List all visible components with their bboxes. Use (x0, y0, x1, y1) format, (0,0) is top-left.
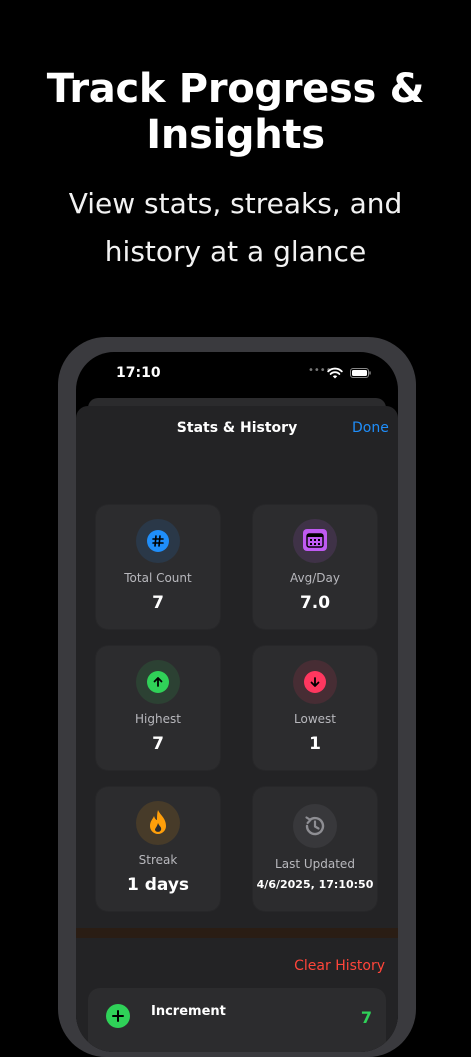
status-time: 17:10 (116, 365, 161, 381)
stat-card-streak: Streak 1 days (96, 787, 220, 911)
stat-card-highest: Highest 7 (96, 646, 220, 770)
stat-card-avg-day: Avg/Day 7.0 (253, 505, 377, 629)
history-row-label: Increment (151, 1004, 226, 1019)
stat-value: 4/6/2025, 17:10:50 (256, 878, 374, 891)
promo-headline: Track Progress & Insights (0, 66, 471, 158)
stat-label: Avg/Day (290, 571, 340, 585)
wifi-icon (327, 367, 343, 379)
stat-value: 7 (152, 593, 164, 613)
history-icon (301, 812, 329, 840)
stat-label: Last Updated (275, 857, 355, 871)
stat-label: Lowest (294, 712, 336, 726)
stat-label: Streak (138, 853, 178, 867)
stat-card-last-updated: Last Updated 4/6/2025, 17:10:50 (253, 787, 377, 911)
stat-label: Total Count (124, 571, 192, 585)
hash-icon (147, 530, 169, 552)
stat-value: 7.0 (299, 593, 331, 613)
battery-icon (350, 368, 371, 378)
clear-history-button[interactable]: Clear History (294, 958, 385, 974)
stat-card-lowest: Lowest 1 (253, 646, 377, 770)
stat-label: Highest (135, 712, 181, 726)
done-button[interactable]: Done (352, 420, 389, 436)
nav-title: Stats & History (176, 420, 298, 436)
status-bar: 17:10 •••• (76, 352, 398, 396)
arrow-down-icon (304, 671, 326, 693)
plus-circle-icon (106, 1004, 130, 1028)
stat-value: 7 (152, 734, 164, 754)
promo-subline: View stats, streaks, and history at a gl… (0, 180, 471, 276)
flame-icon (145, 808, 171, 838)
history-row-value: 7 (360, 1008, 372, 1027)
arrow-up-icon (147, 671, 169, 693)
section-divider (76, 928, 398, 938)
stat-value: 1 (309, 734, 321, 754)
promo-subline-line2: history at a glance (104, 235, 367, 268)
stat-value: 1 days (126, 875, 190, 895)
phone-screen: 17:10 •••• Stats & History Done Total Co… (76, 352, 398, 1052)
promo-headline-line1: Track Progress & (46, 66, 425, 112)
stat-card-total-count: Total Count 7 (96, 505, 220, 629)
promo-subline-line1: View stats, streaks, and (68, 187, 403, 220)
promo-headline-line2: Insights (146, 112, 325, 158)
calendar-icon (303, 529, 327, 551)
history-row[interactable]: Increment 7 (88, 988, 386, 1052)
